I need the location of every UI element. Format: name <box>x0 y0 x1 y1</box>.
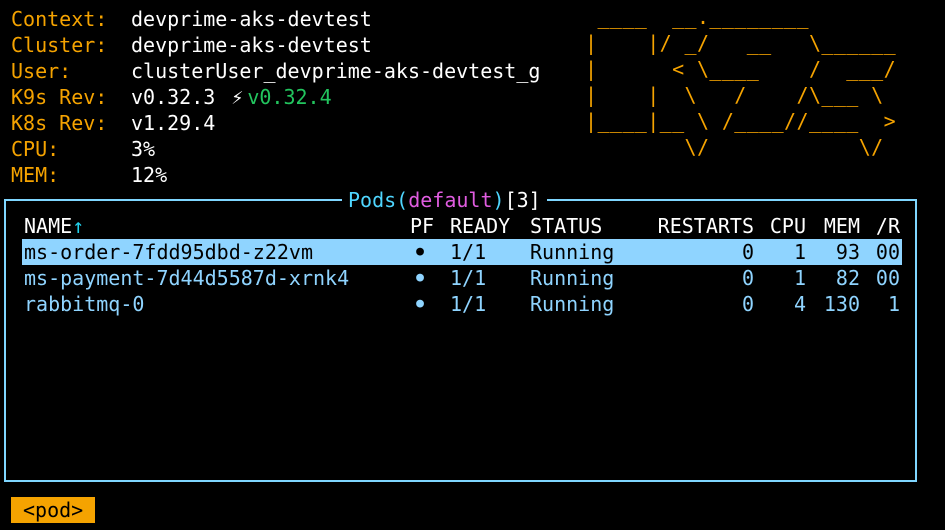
pod-name: rabbitmq-0 <box>24 292 145 316</box>
port-forward-dot-icon: ● <box>416 244 424 259</box>
table-row[interactable]: rabbitmq-0 ● 1/1 Running 0 4 130 1 <box>22 291 902 317</box>
pod-mem: 93 <box>835 240 860 264</box>
column-header-cpu[interactable]: CPU <box>766 213 806 239</box>
info-value: v0.32.3 <box>131 85 216 109</box>
column-header-r[interactable]: /R <box>868 213 900 239</box>
namespace-label: default <box>408 188 493 212</box>
panel-title: Pods(default)[3] <box>342 188 547 212</box>
info-value: v1.29.4 <box>131 111 216 135</box>
pod-cpu: 4 <box>793 292 806 316</box>
pod-ready: 1/1 <box>450 292 487 316</box>
info-label: MEM: <box>11 163 60 187</box>
pod-status: Running <box>530 266 615 290</box>
info-k8s-rev: K8s Rev: v1.29.4 <box>11 110 540 136</box>
pod-name: ms-order-7fdd95dbd-z22vm <box>24 240 313 264</box>
info-label: Cluster: <box>11 33 108 57</box>
latest-version: v0.32.4 <box>247 85 332 109</box>
bolt-icon: ⚡︎ <box>231 85 244 109</box>
pod-mem: 130 <box>823 292 860 316</box>
table-row-selected[interactable]: ms-order-7fdd95dbd-z22vm ● 1/1 Running 0… <box>22 239 902 265</box>
info-label: K8s Rev: <box>11 111 108 135</box>
pod-name: ms-payment-7d44d5587d-xrnk4 <box>24 266 350 290</box>
pod-status: Running <box>530 292 615 316</box>
pod-ready: 1/1 <box>450 266 487 290</box>
panel-title-suffix: ) <box>492 188 505 212</box>
info-value: devprime-aks-devtest <box>131 33 372 57</box>
pod-restarts: 0 <box>741 266 754 290</box>
info-cpu: CPU: 3% <box>11 136 540 162</box>
info-label: K9s Rev: <box>11 85 108 109</box>
pod-status: Running <box>530 240 615 264</box>
info-mem: MEM: 12% <box>11 162 540 188</box>
info-value: 3% <box>131 137 156 161</box>
table-row[interactable]: ms-payment-7d44d5587d-xrnk4 ● 1/1 Runnin… <box>22 265 902 291</box>
column-header-pf[interactable]: PF <box>410 213 434 239</box>
column-header-status[interactable]: STATUS <box>530 213 602 239</box>
cluster-info: Context: devprime-aks-devtest Cluster: dev… <box>11 6 540 188</box>
info-label: Context: <box>11 7 108 31</box>
column-header-ready[interactable]: READY <box>450 213 510 239</box>
info-context: Context: devprime-aks-devtest <box>11 6 540 32</box>
info-k9s-rev: K9s Rev: v0.32.3 ⚡︎ v0.32.4 <box>11 84 540 110</box>
port-forward-dot-icon: ● <box>416 270 424 285</box>
pod-restarts: 0 <box>741 240 754 264</box>
info-label: CPU: <box>11 137 60 161</box>
k9s-logo: ____ __.________ | |/ _/ __ \______ | < … <box>585 5 897 159</box>
table-header: NAME↑ PF READY STATUS RESTARTS CPU MEM /… <box>22 213 902 239</box>
pod-restarts: 0 <box>741 292 754 316</box>
pod-mem: 82 <box>835 266 860 290</box>
column-header-mem[interactable]: MEM <box>816 213 860 239</box>
pod-ready: 1/1 <box>450 240 487 264</box>
panel-title-prefix: Pods( <box>348 188 409 212</box>
pod-cpu: 1 <box>793 266 806 290</box>
pod-r: 00 <box>875 240 900 264</box>
info-cluster: Cluster: devprime-aks-devtest <box>11 32 540 58</box>
pod-count: [3] <box>504 188 541 212</box>
column-header-restarts[interactable]: RESTARTS <box>630 213 754 239</box>
column-header-name-label: NAME <box>24 214 73 238</box>
pod-cpu: 1 <box>793 240 806 264</box>
sort-ascending-icon: ↑ <box>72 214 85 238</box>
pod-r: 00 <box>875 266 900 290</box>
column-header-name[interactable]: NAME↑ <box>24 213 84 239</box>
info-label: User: <box>11 59 72 83</box>
pod-r: 1 <box>887 292 900 316</box>
info-value: 12% <box>131 163 168 187</box>
info-value: devprime-aks-devtest <box>131 7 372 31</box>
port-forward-dot-icon: ● <box>416 296 424 311</box>
info-user: User: clusterUser_devprime-aks-devtest_g <box>11 58 540 84</box>
breadcrumb: <pod> <box>11 497 96 523</box>
info-value: clusterUser_devprime-aks-devtest_g <box>131 59 541 83</box>
